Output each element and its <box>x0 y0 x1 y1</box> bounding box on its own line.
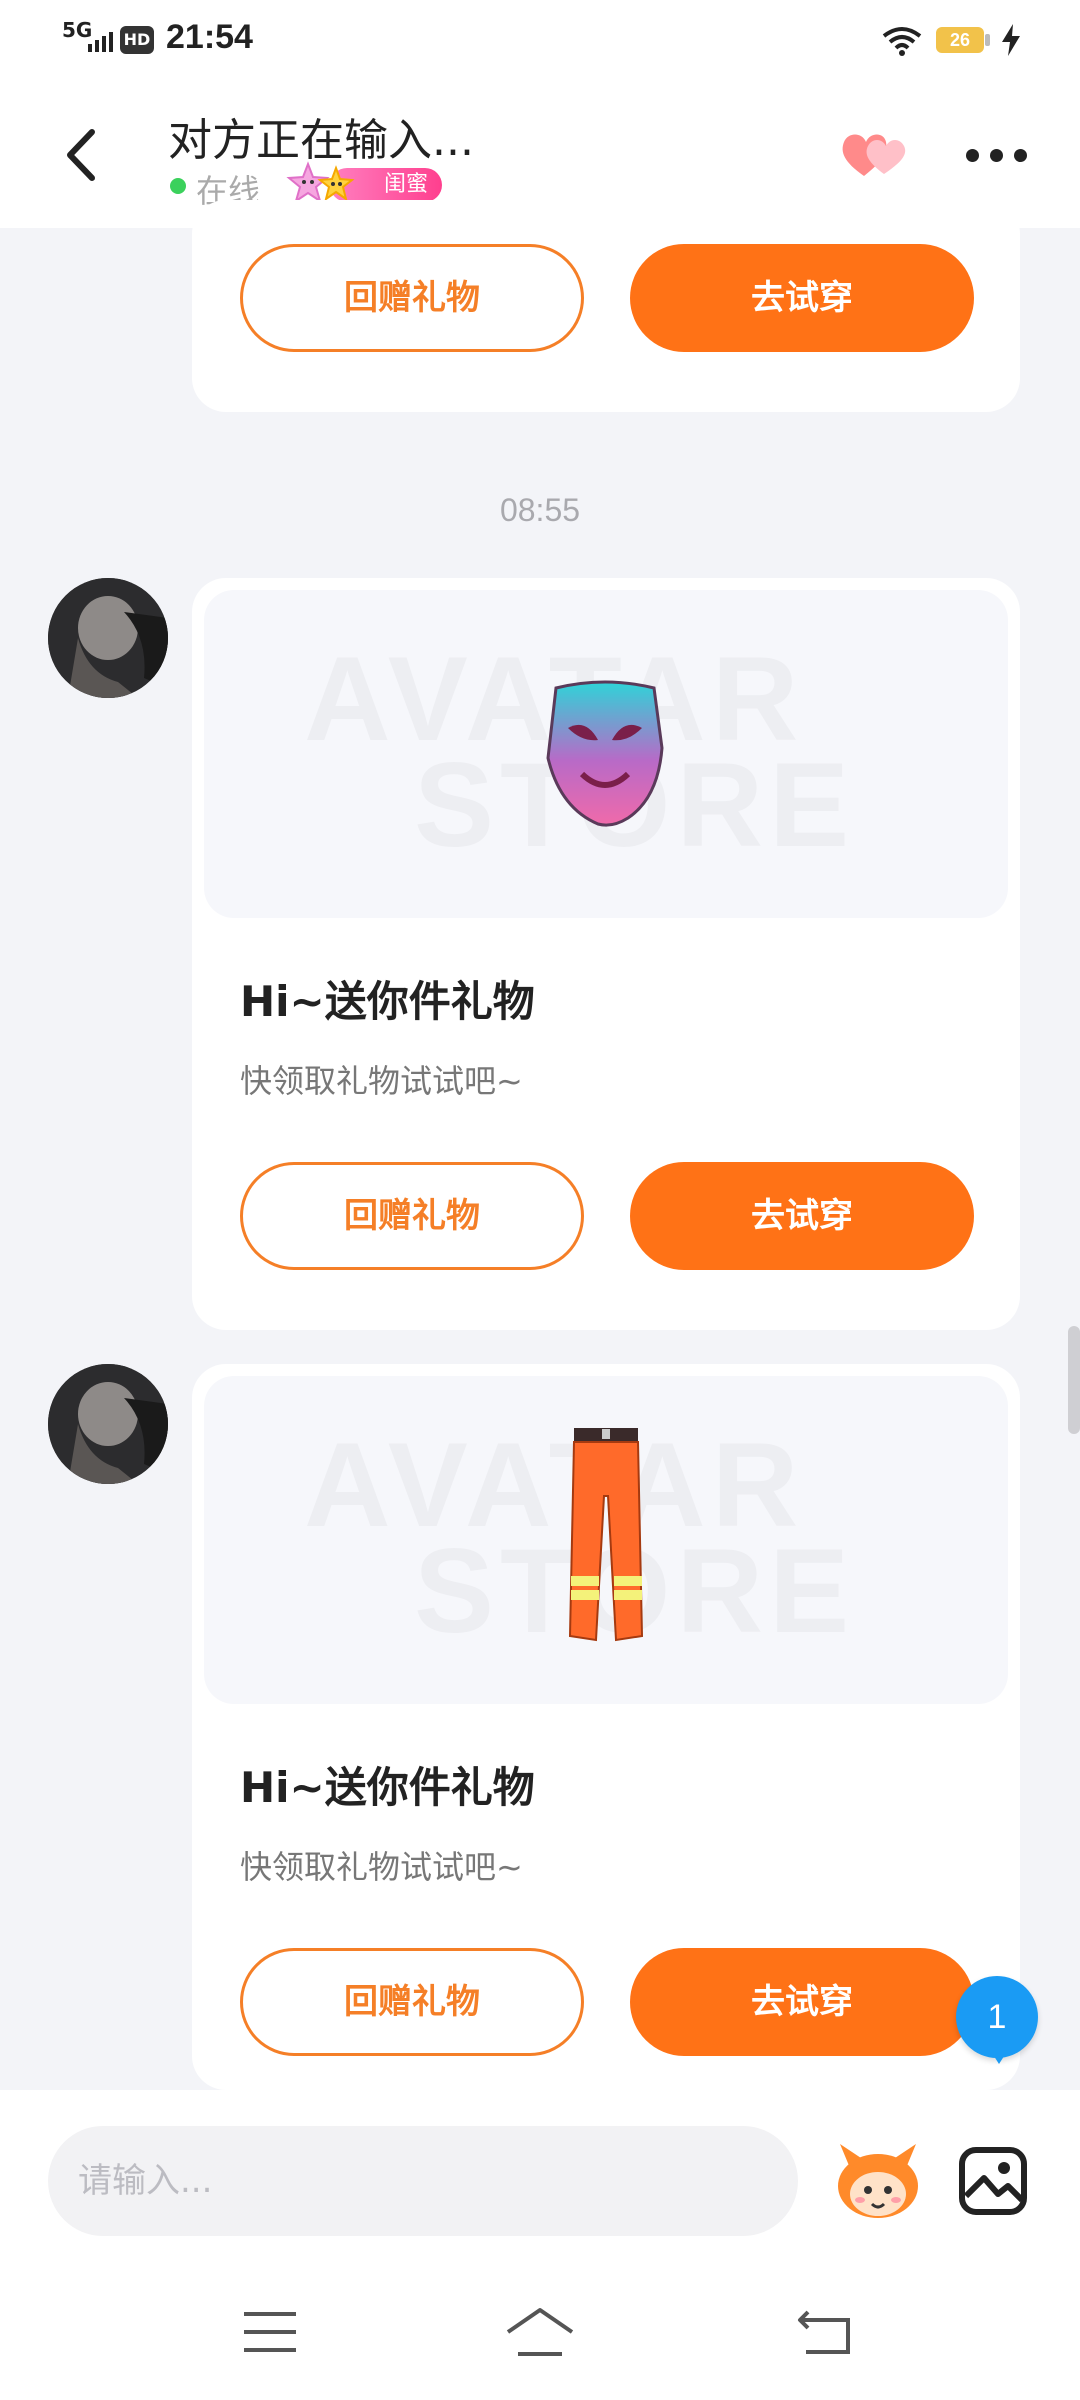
unread-badge-tail <box>990 2050 1008 2064</box>
pants-icon <box>568 1428 644 1642</box>
battery-tip <box>985 34 990 46</box>
charging-icon <box>1002 24 1020 56</box>
return-gift-button[interactable]: 回赠礼物 <box>240 1948 584 2056</box>
message-input[interactable] <box>48 2126 798 2236</box>
try-on-button[interactable]: 去试穿 <box>630 244 974 352</box>
gift-message-title: Hi~送你件礼物 <box>240 1763 535 1812</box>
gift-image[interactable]: AVATAR STORE <box>204 590 1008 918</box>
scrollbar[interactable] <box>1068 1326 1080 1434</box>
gift-message-subtitle: 快领取礼物试试吧~ <box>240 1848 523 1886</box>
return-gift-button[interactable]: 回赠礼物 <box>240 1162 584 1270</box>
page-title: 对方正在输入... <box>168 115 474 166</box>
more-icon[interactable] <box>966 146 1028 166</box>
gift-image[interactable]: AVATAR STORE <box>204 1376 1008 1704</box>
gift-message-title: Hi~送你件礼物 <box>240 977 535 1026</box>
message-timestamp: 08:55 <box>499 492 581 528</box>
online-dot <box>170 178 186 194</box>
hd-badge: HD <box>120 26 154 54</box>
try-on-button[interactable]: 去试穿 <box>630 1948 974 2056</box>
battery-icon: 26 <box>936 27 984 53</box>
home-icon[interactable] <box>504 2306 576 2358</box>
avatar[interactable] <box>48 578 168 698</box>
return-gift-button[interactable]: 回赠礼物 <box>240 244 584 352</box>
mascot-icon[interactable] <box>832 2142 924 2222</box>
avatar[interactable] <box>48 1364 168 1484</box>
skirt-icon <box>546 680 664 827</box>
clock: 21:54 <box>166 18 253 56</box>
menu-icon[interactable] <box>244 2310 296 2354</box>
image-icon[interactable] <box>958 2146 1028 2216</box>
gift-message-subtitle: 快领取礼物试试吧~ <box>240 1062 523 1100</box>
back-arrow-icon[interactable] <box>54 118 114 192</box>
return-icon[interactable] <box>796 2308 852 2358</box>
heart-icon[interactable] <box>838 128 914 180</box>
unread-count-badge[interactable]: 1 <box>956 1976 1038 2058</box>
try-on-button[interactable]: 去试穿 <box>630 1162 974 1270</box>
wifi-icon <box>882 27 922 56</box>
signal-icon <box>88 32 113 52</box>
